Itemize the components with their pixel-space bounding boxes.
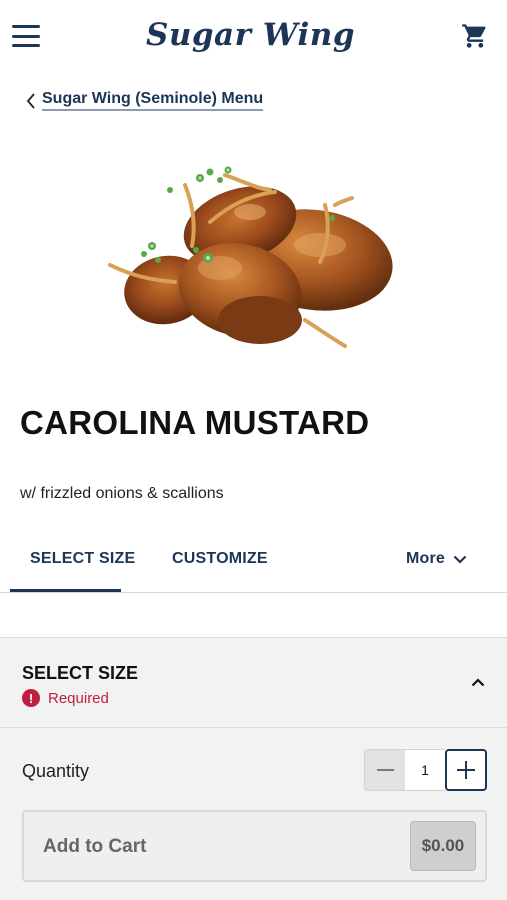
- select-size-section: SELECT SIZE ! Required Quantity 1 Add to…: [0, 637, 507, 900]
- plus-icon-stroke: [465, 761, 467, 779]
- quantity-stepper: 1: [364, 749, 487, 791]
- tab-select-size[interactable]: SELECT SIZE: [30, 550, 135, 568]
- tab-more[interactable]: More: [406, 550, 467, 568]
- required-label: Required: [48, 689, 109, 707]
- increment-button[interactable]: [445, 749, 487, 791]
- quantity-label: Quantity: [22, 761, 90, 781]
- minus-icon: [376, 769, 394, 771]
- select-size-title: SELECT SIZE: [22, 663, 139, 683]
- app-header: Sugar Wing: [0, 0, 507, 72]
- back-to-menu-link[interactable]: Sugar Wing (Seminole) Menu: [26, 90, 264, 111]
- sugar-wing-logo[interactable]: Sugar Wing: [146, 17, 355, 53]
- hamburger-menu-icon[interactable]: [12, 25, 40, 47]
- shopping-cart-icon[interactable]: [461, 22, 489, 50]
- required-indicator: ! Required: [22, 689, 109, 707]
- product-tabs: SELECT SIZE CUSTOMIZE More: [0, 530, 507, 593]
- chevron-down-icon: [453, 555, 467, 564]
- select-size-header[interactable]: SELECT SIZE ! Required: [0, 638, 507, 728]
- product-title: CAROLINA MUSTARD: [20, 404, 370, 441]
- chicken-wings-food-photo: [108, 166, 393, 348]
- add-to-cart-label: Add to Cart: [43, 836, 147, 857]
- tab-customize[interactable]: CUSTOMIZE: [172, 550, 268, 568]
- breadcrumb-label: Sugar Wing (Seminole) Menu: [42, 90, 264, 111]
- decrement-button[interactable]: [364, 749, 405, 791]
- chevron-left-icon: [26, 92, 35, 109]
- quantity-value[interactable]: 1: [405, 749, 445, 791]
- add-to-cart-button[interactable]: Add to Cart $0.00: [22, 810, 487, 882]
- price-badge: $0.00: [410, 821, 476, 871]
- chevron-up-icon[interactable]: [471, 678, 485, 687]
- tab-more-label: More: [406, 550, 446, 567]
- alert-icon: !: [22, 689, 40, 707]
- product-description: w/ frizzled onions & scallions: [20, 485, 224, 502]
- active-tab-indicator: [10, 589, 121, 592]
